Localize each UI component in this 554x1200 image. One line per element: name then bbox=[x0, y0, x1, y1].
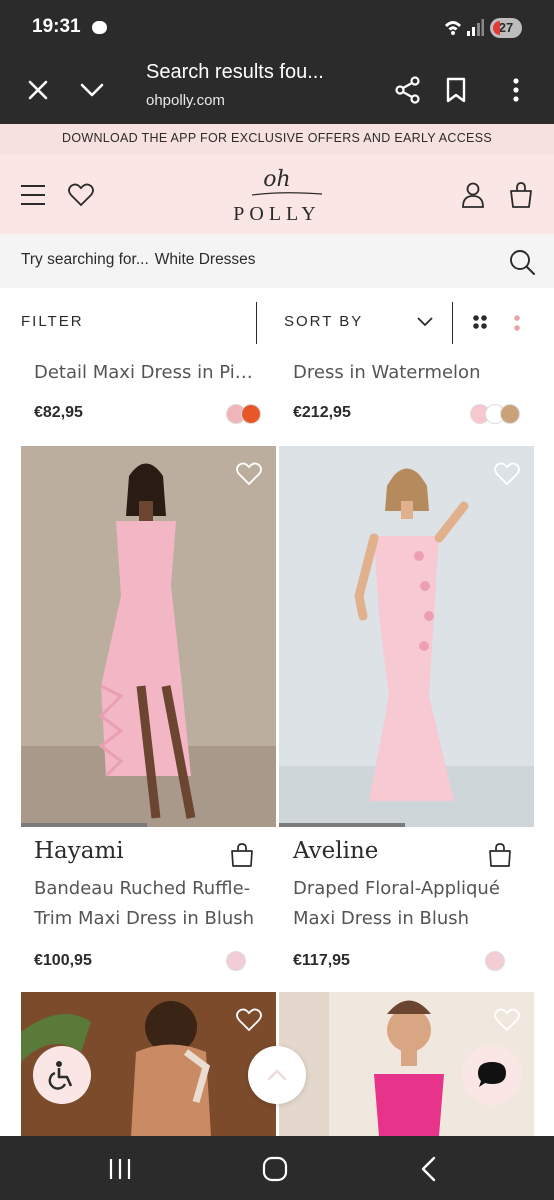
product-description-line: Trim Maxi Dress in Blush bbox=[34, 908, 255, 929]
wishlist-heart-icon[interactable] bbox=[494, 1008, 520, 1032]
chevron-up-icon bbox=[267, 1069, 287, 1081]
product-image[interactable] bbox=[21, 446, 276, 827]
chat-bubble-icon bbox=[92, 21, 107, 34]
back-icon[interactable] bbox=[416, 1156, 444, 1182]
accessibility-icon bbox=[48, 1061, 73, 1090]
more-menu-icon[interactable] bbox=[496, 70, 536, 110]
status-time: 19:31 bbox=[32, 16, 81, 37]
bookmark-icon[interactable] bbox=[436, 70, 476, 110]
color-swatch[interactable] bbox=[485, 951, 505, 971]
logo-oh: oh bbox=[263, 167, 291, 192]
product-description-line: Bandeau Ruched Ruffle- bbox=[34, 878, 251, 899]
image-carousel-indicator bbox=[21, 823, 147, 827]
toolbar-divider bbox=[452, 302, 453, 344]
product-description-line: Draped Floral-Appliqué bbox=[293, 878, 500, 899]
filter-button[interactable]: FILTER bbox=[21, 313, 84, 330]
wifi-icon bbox=[445, 21, 461, 35]
wishlist-heart-icon[interactable] bbox=[236, 462, 262, 486]
filter-sort-toolbar: FILTER SORT BY bbox=[0, 292, 554, 352]
oh-polly-logo[interactable]: oh POLLY bbox=[222, 167, 332, 225]
add-to-bag-icon[interactable] bbox=[489, 843, 511, 867]
battery-icon: 27 bbox=[490, 18, 522, 38]
hamburger-menu-icon[interactable] bbox=[18, 180, 48, 210]
wishlist-heart-icon[interactable] bbox=[236, 1008, 262, 1032]
product-image[interactable] bbox=[279, 446, 534, 827]
chevron-down-icon[interactable] bbox=[72, 70, 112, 110]
recent-apps-icon[interactable] bbox=[106, 1156, 134, 1182]
model-photo bbox=[279, 446, 534, 827]
product-price: €100,95 bbox=[34, 952, 92, 969]
signal-icon bbox=[467, 19, 484, 36]
product-price: €212,95 bbox=[293, 404, 351, 421]
browser-toolbar: Search results fou... ohpolly.com bbox=[0, 56, 554, 124]
search-suggestion[interactable]: White Dresses bbox=[155, 251, 256, 268]
product-name[interactable]: Detail Maxi Dress in Pin... bbox=[34, 362, 260, 383]
logo-polly: POLLY bbox=[233, 203, 321, 225]
page-url: ohpolly.com bbox=[146, 92, 225, 109]
share-icon[interactable] bbox=[388, 70, 428, 110]
scroll-to-top-button[interactable] bbox=[248, 1046, 306, 1104]
search-icon[interactable] bbox=[508, 248, 536, 276]
wishlist-heart-icon[interactable] bbox=[494, 462, 520, 486]
product-description[interactable]: Draped Floral-Appliqué Maxi Dress in Blu… bbox=[293, 874, 500, 934]
accessibility-button[interactable] bbox=[33, 1046, 91, 1104]
chat-button[interactable] bbox=[462, 1045, 522, 1105]
search-prompt: Try searching for... White Dresses bbox=[21, 251, 256, 269]
search-prompt-label: Try searching for... bbox=[21, 251, 149, 268]
close-icon[interactable] bbox=[18, 70, 58, 110]
color-swatch[interactable] bbox=[241, 404, 261, 424]
toolbar-divider bbox=[256, 302, 257, 344]
status-bar: 19:31 27 bbox=[0, 0, 554, 56]
promo-banner[interactable]: DOWNLOAD THE APP FOR EXCLUSIVE OFFERS AN… bbox=[0, 124, 554, 154]
product-price: €117,95 bbox=[293, 952, 350, 969]
product-name[interactable]: Dress in Watermelon bbox=[293, 362, 523, 383]
product-brand[interactable]: Aveline bbox=[293, 838, 378, 864]
chevron-down-icon[interactable] bbox=[416, 314, 434, 328]
search-bar[interactable]: Try searching for... White Dresses bbox=[0, 234, 554, 288]
sort-by-button[interactable]: SORT BY bbox=[284, 313, 363, 330]
home-icon[interactable] bbox=[261, 1156, 289, 1182]
wishlist-heart-icon[interactable] bbox=[66, 180, 96, 210]
page-title: Search results fou... bbox=[146, 61, 324, 83]
product-description[interactable]: Bandeau Ruched Ruffle- Trim Maxi Dress i… bbox=[34, 874, 254, 934]
single-column-grid-icon[interactable] bbox=[512, 314, 522, 332]
system-navigation-bar bbox=[0, 1136, 554, 1200]
add-to-bag-icon[interactable] bbox=[231, 843, 253, 867]
product-price: €82,95 bbox=[34, 404, 83, 421]
site-header: oh POLLY bbox=[0, 154, 554, 234]
product-brand[interactable]: Hayami bbox=[34, 838, 124, 864]
chat-bubble-icon bbox=[478, 1062, 506, 1087]
image-carousel-indicator bbox=[279, 823, 405, 827]
product-description-line: Maxi Dress in Blush bbox=[293, 908, 470, 929]
color-swatch[interactable] bbox=[500, 404, 520, 424]
shopping-bag-icon[interactable] bbox=[506, 180, 536, 210]
color-swatch[interactable] bbox=[226, 951, 246, 971]
model-photo bbox=[21, 446, 276, 827]
two-column-grid-icon[interactable] bbox=[472, 314, 488, 330]
account-icon[interactable] bbox=[458, 180, 488, 210]
